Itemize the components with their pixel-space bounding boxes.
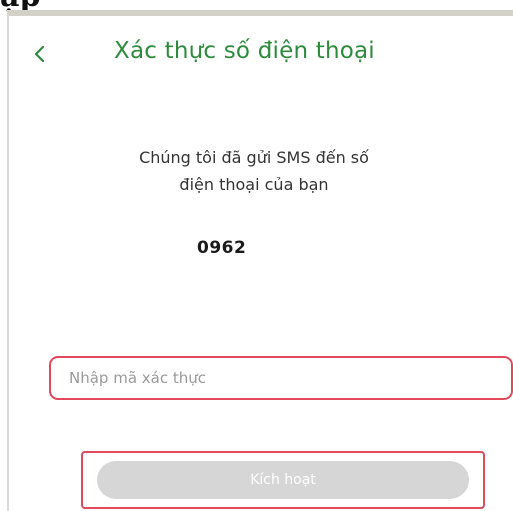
page-title: Xác thực số điện thoại — [114, 38, 375, 64]
activate-button[interactable]: Kích hoạt — [97, 461, 469, 499]
chevron-left-icon — [33, 45, 45, 63]
sms-sent-message: Chúng tôi đã gửi SMS đến số điện thoại c… — [109, 144, 399, 198]
app-screen: Xác thực số điện thoại Chúng tôi đã gửi … — [7, 10, 513, 511]
verification-code-input[interactable] — [55, 362, 507, 394]
page: ập Xác thực số điện thoại Chúng tôi đã g… — [0, 0, 513, 511]
sms-message-line-1: Chúng tôi đã gửi SMS đến số — [139, 148, 369, 167]
back-button[interactable] — [23, 36, 55, 72]
sms-message-line-2: điện thoại của bạn — [179, 175, 329, 194]
top-bar: Xác thực số điện thoại — [9, 30, 513, 78]
activate-button-highlight: Kích hoạt — [81, 451, 485, 509]
phone-number: 0962 — [197, 238, 247, 258]
verification-code-field — [49, 356, 513, 400]
